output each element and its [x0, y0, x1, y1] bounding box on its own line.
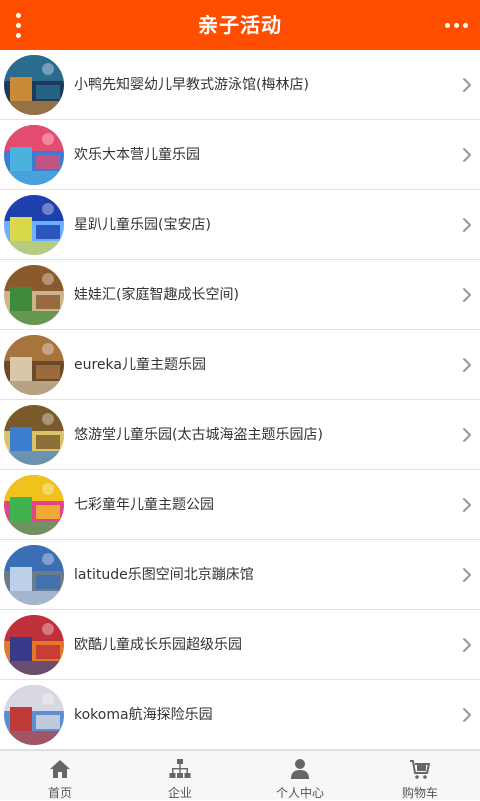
tab-cart-label: 购物车	[401, 786, 438, 800]
horizontal-dots-icon[interactable]	[442, 14, 470, 36]
venue-thumbnail	[4, 55, 64, 115]
tab-profile[interactable]: 个人中心	[240, 751, 360, 800]
chevron-right-icon	[463, 568, 471, 582]
venue-thumbnail	[4, 125, 64, 185]
tab-cart[interactable]: 购物车	[360, 751, 480, 800]
home-icon	[50, 760, 70, 778]
venue-name: 悠游堂儿童乐园(太古城海盗主题乐园店)	[74, 427, 323, 443]
venue-name: 娃娃汇(家庭智趣成长空间)	[74, 287, 239, 303]
list-item[interactable]: eureka儿童主题乐园	[0, 330, 480, 400]
chevron-right-icon	[463, 638, 471, 652]
venue-name: 小鸭先知婴幼儿早教式游泳馆(梅林店)	[74, 77, 309, 93]
venue-thumbnail	[4, 265, 64, 325]
tab-home[interactable]: 首页	[0, 751, 120, 800]
tab-enterprise-label: 企业	[167, 786, 192, 800]
chevron-right-icon	[463, 498, 471, 512]
chevron-right-icon	[463, 148, 471, 162]
venue-thumbnail	[4, 335, 64, 395]
venue-name: 欢乐大本营儿童乐园	[74, 147, 200, 163]
list-item[interactable]: 星趴儿童乐园(宝安店)	[0, 190, 480, 260]
chevron-right-icon	[463, 358, 471, 372]
venue-name: 七彩童年儿童主题公园	[74, 497, 214, 513]
tab-enterprise[interactable]: 企业	[120, 751, 240, 800]
venue-name: 欧酷儿童成长乐园超级乐园	[74, 637, 242, 653]
chevron-right-icon	[463, 708, 471, 722]
venue-thumbnail	[4, 615, 64, 675]
venue-thumbnail	[4, 545, 64, 605]
list-item[interactable]: latitude乐图空间北京蹦床馆	[0, 540, 480, 610]
header-bar: 亲子活动	[0, 0, 480, 50]
chevron-right-icon	[463, 78, 471, 92]
venue-name: latitude乐图空间北京蹦床馆	[74, 567, 254, 583]
org-chart-icon	[169, 759, 191, 778]
chevron-right-icon	[463, 428, 471, 442]
list-item[interactable]: 七彩童年儿童主题公园	[0, 470, 480, 540]
chevron-right-icon	[463, 288, 471, 302]
venue-thumbnail	[4, 195, 64, 255]
chevron-right-icon	[463, 218, 471, 232]
list-item[interactable]: kokoma航海探险乐园	[0, 680, 480, 750]
cart-icon	[410, 760, 430, 779]
user-icon	[291, 759, 309, 779]
list-item[interactable]: 欧酷儿童成长乐园超级乐园	[0, 610, 480, 680]
venue-thumbnail	[4, 405, 64, 465]
venue-name: kokoma航海探险乐园	[74, 707, 213, 723]
list-item[interactable]: 娃娃汇(家庭智趣成长空间)	[0, 260, 480, 330]
activity-list: 小鸭先知婴幼儿早教式游泳馆(梅林店) 欢乐大本营儿童乐园 星趴儿童乐园(宝安店) 娃娃…	[0, 50, 480, 750]
tab-profile-label: 个人中心	[275, 786, 324, 800]
venue-name: eureka儿童主题乐园	[74, 357, 206, 373]
list-item[interactable]: 欢乐大本营儿童乐园	[0, 120, 480, 190]
page-title: 亲子活动	[198, 13, 282, 37]
venue-thumbnail	[4, 475, 64, 535]
venue-thumbnail	[4, 685, 64, 745]
tab-home-label: 首页	[47, 786, 72, 800]
list-item[interactable]: 悠游堂儿童乐园(太古城海盗主题乐园店)	[0, 400, 480, 470]
venue-name: 星趴儿童乐园(宝安店)	[74, 217, 211, 233]
bottom-tab-bar: 首页 企业 个人中心 购物车	[0, 750, 480, 800]
list-item[interactable]: 小鸭先知婴幼儿早教式游泳馆(梅林店)	[0, 50, 480, 120]
